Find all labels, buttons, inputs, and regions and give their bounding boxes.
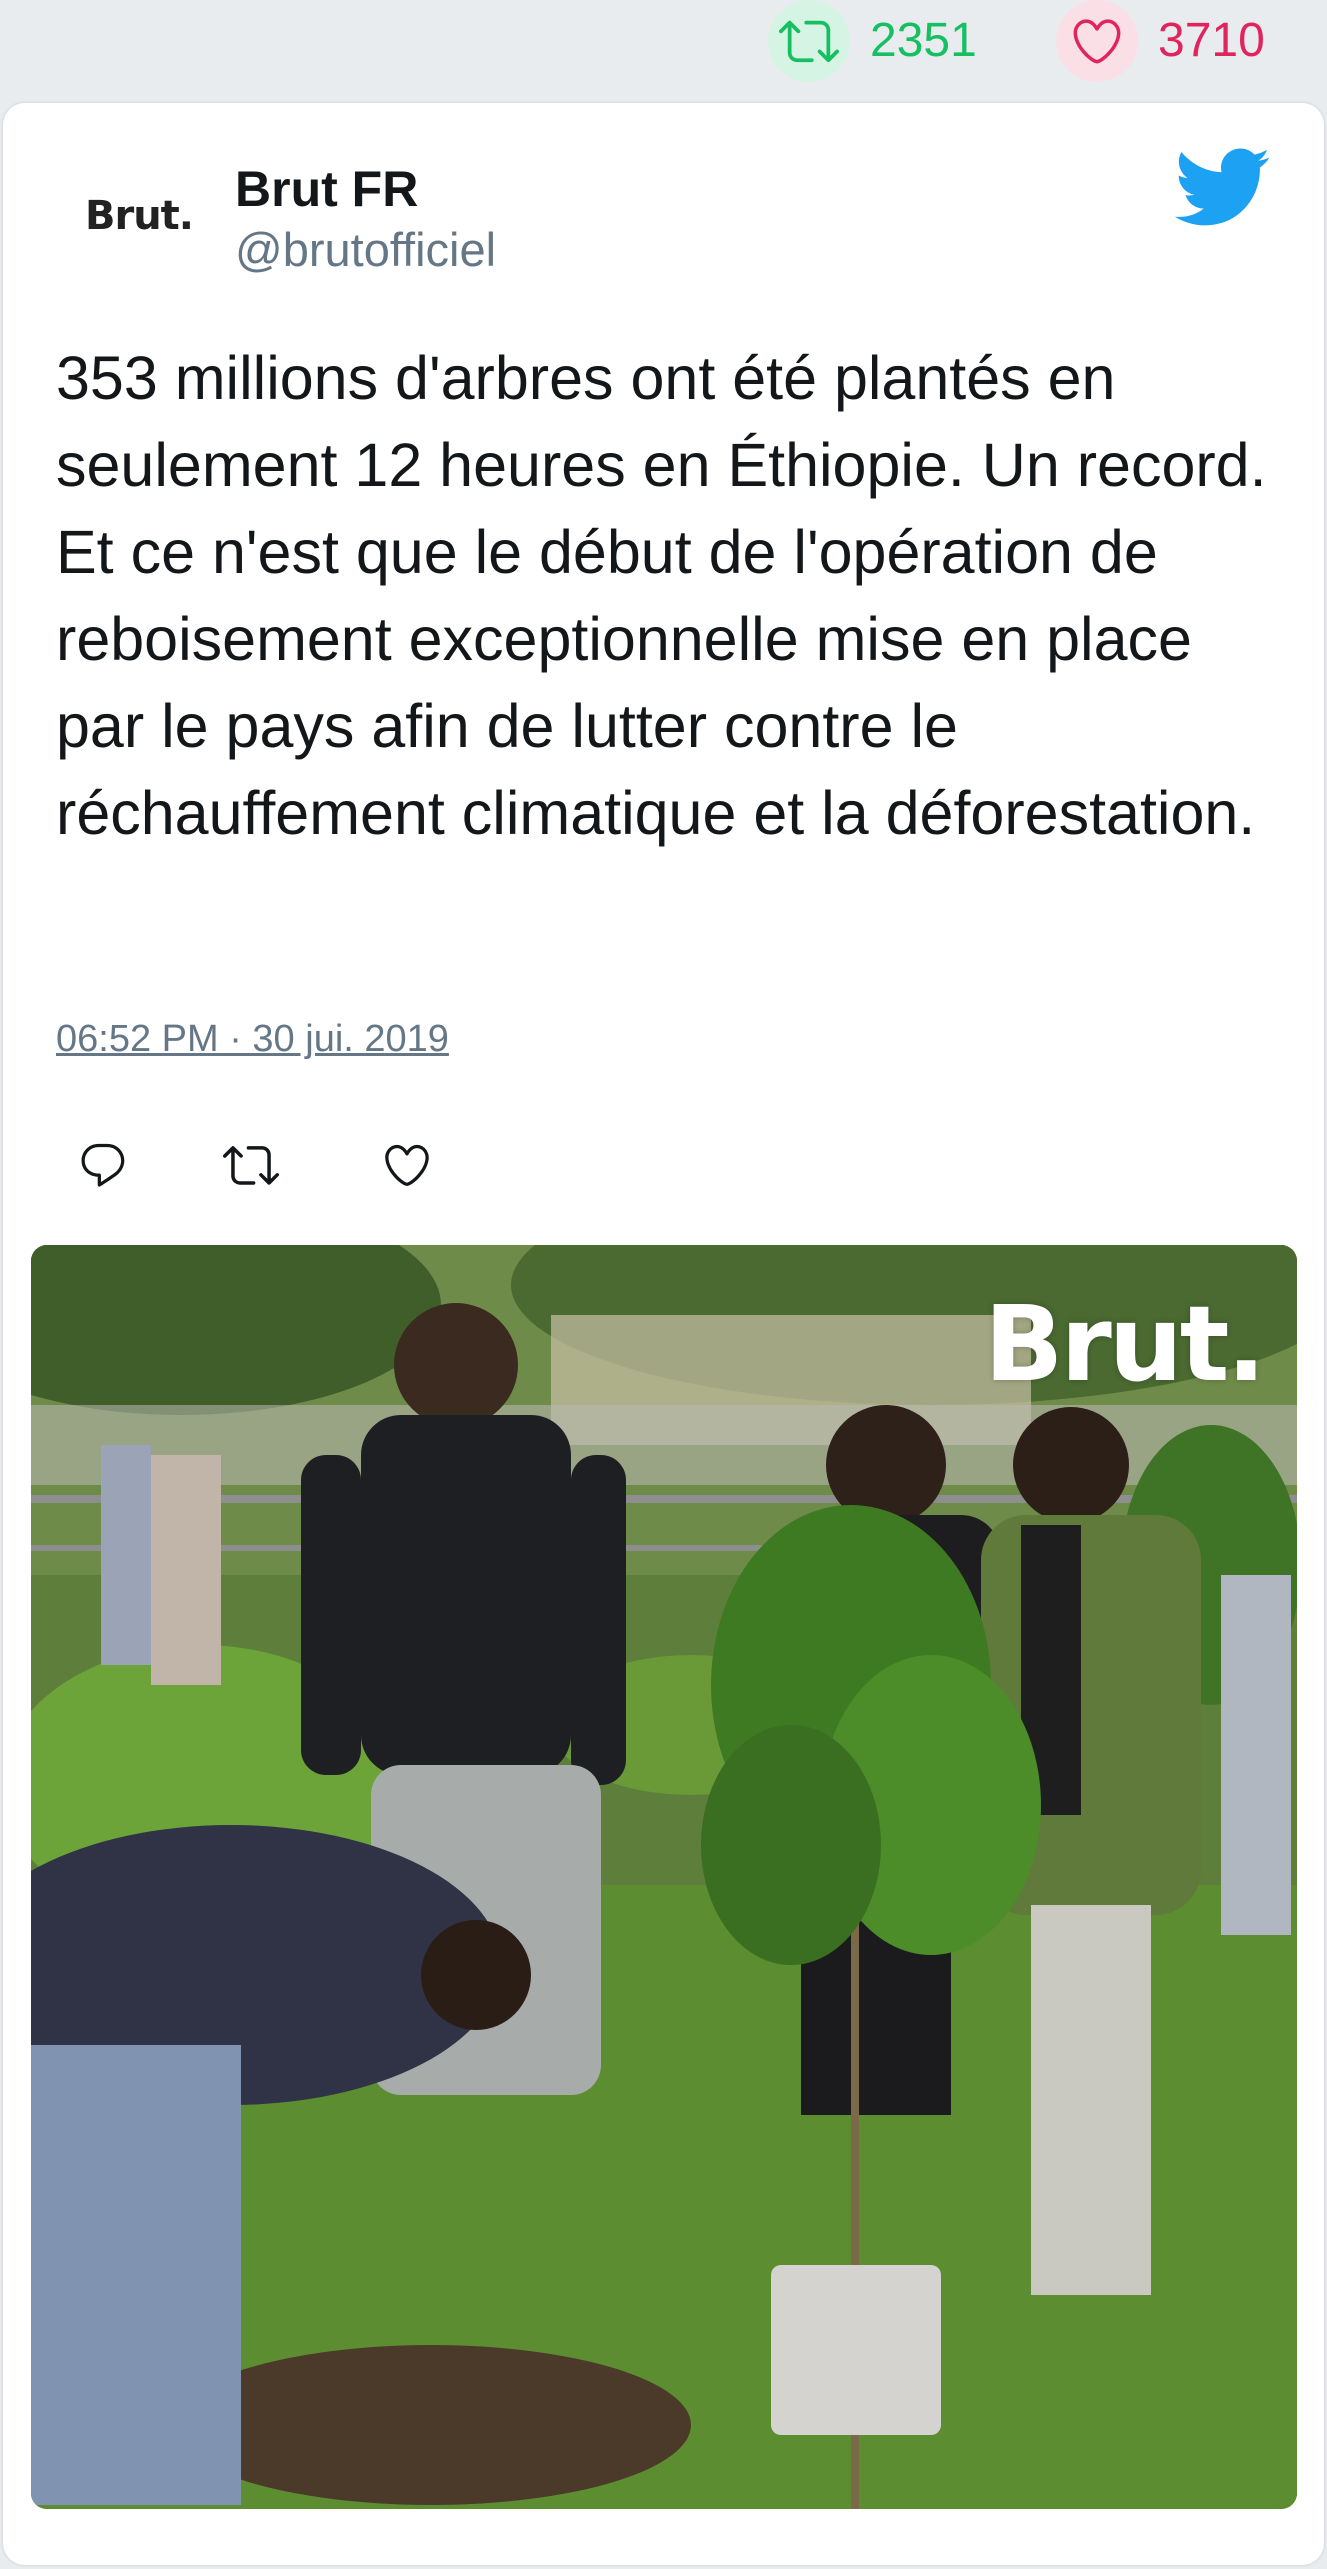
engagement-stats: 2351 3710 [0, 0, 1327, 100]
retweet-icon[interactable] [221, 1135, 281, 1195]
author-handle[interactable]: @brutofficiel [235, 222, 496, 277]
avatar[interactable]: Brut. [49, 161, 229, 271]
media-watermark: Brut. [984, 1283, 1266, 1405]
tweet-media-video[interactable]: Brut. [31, 1245, 1297, 2509]
like-stat[interactable]: 3710 [1056, 0, 1265, 82]
tweet-card: Brut. Brut FR @brutofficiel 353 millions… [3, 103, 1324, 2565]
heart-icon[interactable] [1056, 0, 1138, 82]
tweet-timestamp[interactable]: 06:52 PM · 30 jui. 2019 [56, 1018, 449, 1061]
tweet-text: 353 millions d'arbres ont été plantés en… [56, 344, 1267, 847]
reply-icon[interactable] [73, 1135, 133, 1195]
retweet-stat[interactable]: 2351 [768, 0, 977, 82]
retweet-count: 2351 [870, 14, 977, 67]
author-display-name[interactable]: Brut FR [235, 160, 418, 218]
like-count: 3710 [1158, 14, 1265, 67]
twitter-bird-icon[interactable] [1171, 145, 1271, 229]
retweet-icon[interactable] [768, 0, 850, 82]
like-icon[interactable] [377, 1135, 437, 1195]
avatar-logo-text: Brut. [84, 193, 194, 239]
media-scene [31, 1245, 1297, 2509]
